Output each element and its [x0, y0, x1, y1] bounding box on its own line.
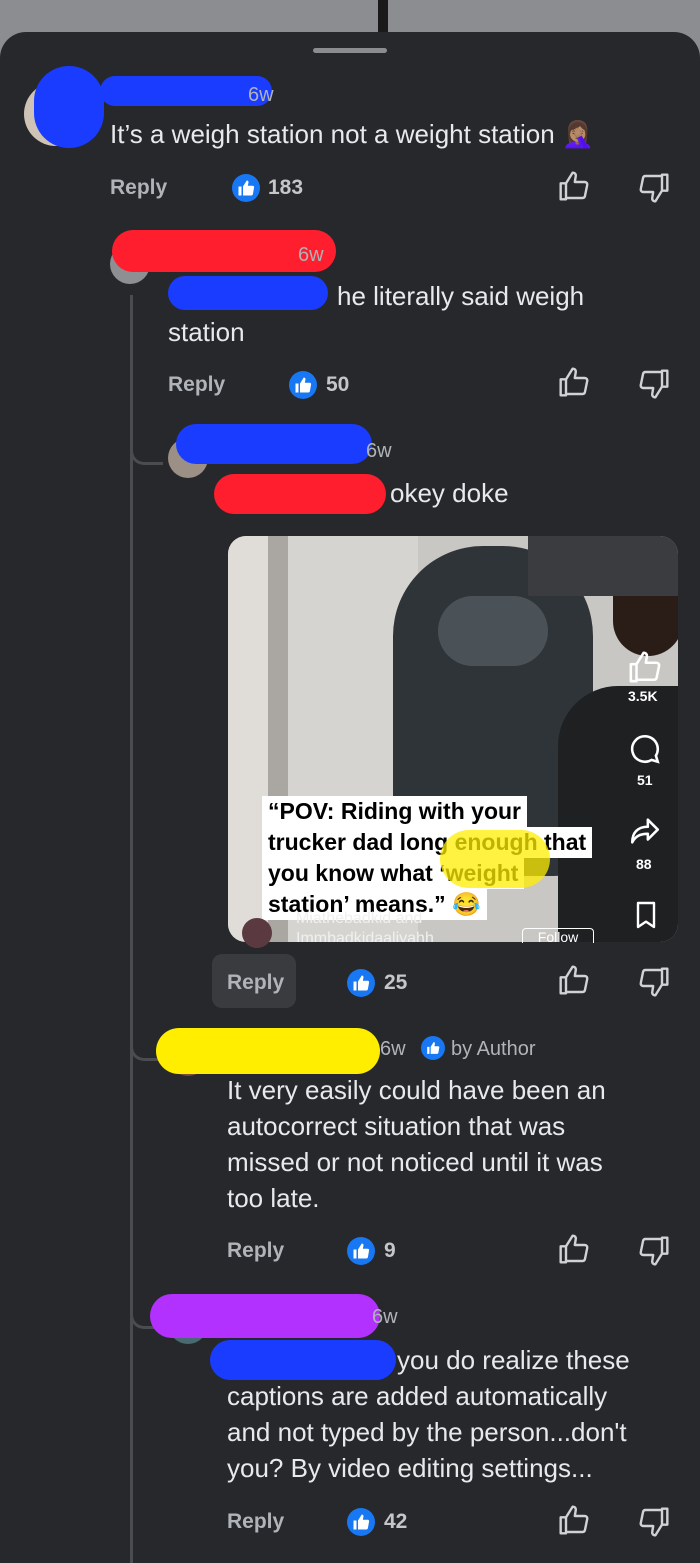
comment-text: captions are added automatically	[227, 1381, 608, 1411]
comment-text: It’s a weigh station not a weight statio…	[110, 119, 595, 149]
reply-button[interactable]: Reply	[227, 1239, 284, 1263]
video-bookmark-icon[interactable]	[630, 898, 662, 937]
comment-time: 6w	[372, 1306, 398, 1328]
like-reaction-icon	[347, 1237, 375, 1265]
like-thumb-icon[interactable]	[558, 170, 590, 207]
thread-line	[130, 295, 133, 1563]
dislike-thumb-icon[interactable]	[638, 966, 670, 1003]
dislike-thumb-icon[interactable]	[638, 1506, 670, 1543]
comment-text: okey doke	[390, 478, 509, 508]
video-comment-icon[interactable]	[628, 732, 662, 771]
redaction-scribble	[100, 76, 272, 106]
redaction-scribble	[150, 1294, 380, 1338]
redaction-scribble	[210, 1340, 396, 1380]
reply-button[interactable]: Reply	[227, 1510, 284, 1534]
comment-time: 6w	[298, 244, 324, 266]
video-like-icon[interactable]	[628, 650, 662, 689]
author-badge-label: by Author	[451, 1038, 536, 1060]
redaction-scribble	[168, 276, 328, 310]
video-share-count: 88	[636, 856, 652, 872]
like-reaction-icon	[232, 174, 260, 202]
comment-text: too late.	[227, 1183, 320, 1213]
redaction-scribble	[34, 66, 104, 148]
dislike-thumb-icon[interactable]	[638, 368, 670, 405]
redaction-scribble	[214, 474, 386, 514]
like-count: 183	[268, 176, 304, 199]
dislike-thumb-icon[interactable]	[638, 172, 670, 209]
video-seat-highlight	[438, 596, 548, 666]
video-share-icon[interactable]	[628, 814, 662, 853]
comment-text: autocorrect situation that was	[227, 1111, 566, 1141]
like-reaction-icon	[347, 969, 375, 997]
video-comment-count: 51	[637, 772, 653, 788]
dislike-thumb-icon[interactable]	[638, 1235, 670, 1272]
like-reaction-icon	[347, 1508, 375, 1536]
reply-button[interactable]: Reply	[168, 373, 225, 397]
comment-time: 6w	[380, 1038, 406, 1060]
thread-connector	[130, 420, 163, 465]
comment-text: It very easily could have been an	[227, 1075, 606, 1105]
comment-text: he literally said weigh	[337, 281, 585, 311]
comment-text: missed or not noticed until it was	[227, 1147, 603, 1177]
like-thumb-icon[interactable]	[558, 366, 590, 403]
video-follow-button[interactable]: Follow	[522, 928, 594, 943]
comment-text: you do realize these	[397, 1345, 630, 1375]
like-thumb-icon[interactable]	[558, 1233, 590, 1270]
highlight-scribble	[440, 830, 550, 888]
video-account-avatar[interactable]	[242, 918, 272, 948]
reply-button[interactable]: Reply	[227, 971, 284, 995]
like-count: 9	[384, 1239, 396, 1262]
comment-text: and not typed by the person...don't	[227, 1417, 627, 1447]
video-cab-top	[528, 536, 678, 596]
comment-time: 6w	[366, 440, 392, 462]
author-badge-icon	[421, 1036, 445, 1060]
like-thumb-icon[interactable]	[558, 1504, 590, 1541]
video-like-count: 3.5K	[628, 688, 658, 704]
redaction-scribble	[176, 424, 372, 464]
like-reaction-icon	[289, 371, 317, 399]
comment-time: 6w	[248, 84, 274, 106]
like-thumb-icon[interactable]	[558, 964, 590, 1001]
reply-button[interactable]: Reply	[110, 176, 167, 200]
video-account-name[interactable]: Miathebadkid and	[296, 910, 422, 928]
comment-text: you? By video editing settings...	[227, 1453, 593, 1483]
comment-text: station	[168, 317, 245, 347]
like-count: 50	[326, 373, 350, 396]
redaction-scribble	[156, 1028, 380, 1074]
like-count: 25	[384, 971, 408, 994]
video-caption-line: “POV: Riding with your	[262, 796, 527, 827]
drag-handle[interactable]	[313, 48, 387, 53]
like-count: 42	[384, 1510, 408, 1533]
video-account-name[interactable]: Immbadkidaaliyahh	[296, 930, 434, 942]
